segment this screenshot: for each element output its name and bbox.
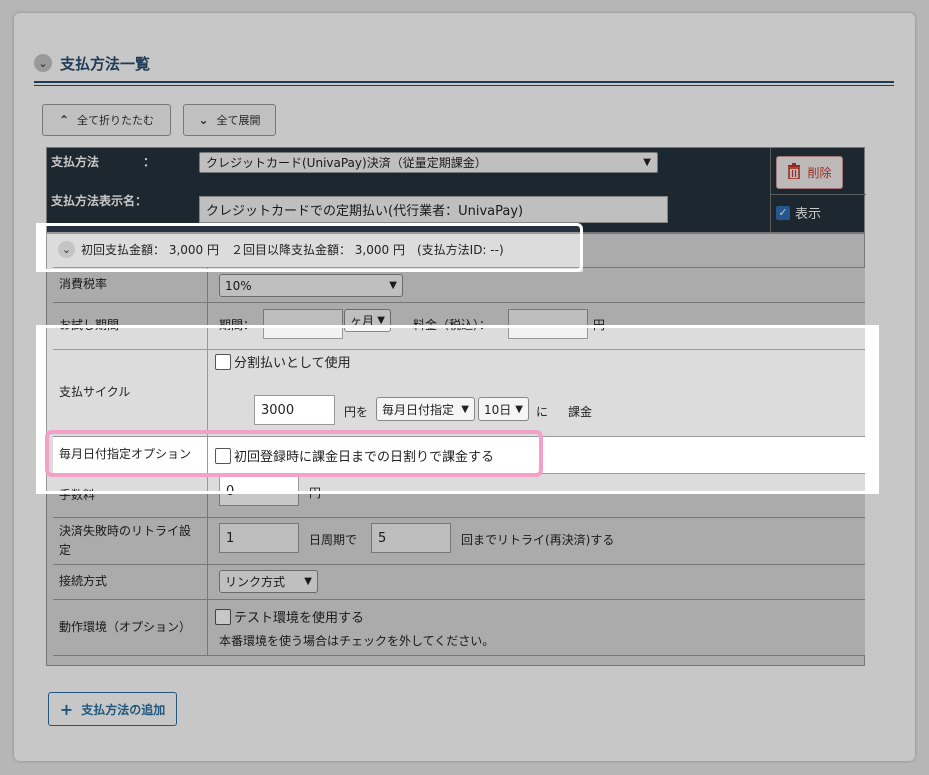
row-cycle: 支払サイクル 分割払いとして使用 3000 円を 毎月日付指定 ▼ 10日 ▼ … <box>53 349 865 436</box>
dim-overlay <box>583 223 929 325</box>
checkbox-box <box>215 353 231 370</box>
dim-overlay <box>36 272 583 325</box>
cycle-mode-select[interactable]: 毎月日付指定 ▼ <box>376 397 475 421</box>
prorate-label: 初回登録時に課金日までの日割りで課金する <box>234 450 495 465</box>
cycle-mode-value: 毎月日付指定 <box>382 402 455 417</box>
chevron-down-icon: ▼ <box>515 403 523 415</box>
prorate-checkbox[interactable]: 初回登録時に課金日までの日割りで課金する <box>215 446 494 465</box>
dim-overlay <box>879 325 929 775</box>
payment-summary: ⌄ 初回支払金額： 3,000 円 ２回目以降支払金額： 3,000 円 (支払… <box>58 238 504 260</box>
cycle-amount-input[interactable]: 3000 <box>254 395 335 425</box>
summary-text: 初回支払金額： 3,000 円 ２回目以降支払金額： 3,000 円 (支払方法… <box>81 242 504 257</box>
dim-overlay <box>0 223 36 272</box>
row-monthly-option: 毎月日付指定オプション 初回登録時に課金日までの日割りで課金する <box>53 436 865 473</box>
cycle-ni: に <box>536 405 549 419</box>
collapse-detail-icon[interactable]: ⌄ <box>58 240 75 258</box>
installment-checkbox[interactable]: 分割払いとして使用 <box>215 352 351 371</box>
cycle-charge: 課金 <box>568 405 593 419</box>
dim-overlay <box>0 272 36 775</box>
dim-overlay <box>36 494 879 775</box>
checkbox-box <box>215 447 231 464</box>
cycle-amount-value: 3000 <box>261 402 295 418</box>
installment-label: 分割払いとして使用 <box>234 356 351 371</box>
monthly-option-label: 毎月日付指定オプション <box>53 437 208 473</box>
chevron-down-icon: ▼ <box>461 403 469 415</box>
cycle-day-value: 10日 <box>484 402 512 417</box>
dim-overlay <box>0 0 929 223</box>
cycle-label: 支払サイクル <box>53 350 208 436</box>
cycle-day-select[interactable]: 10日 ▼ <box>478 397 529 421</box>
cycle-yen-wo: 円を <box>344 405 369 419</box>
